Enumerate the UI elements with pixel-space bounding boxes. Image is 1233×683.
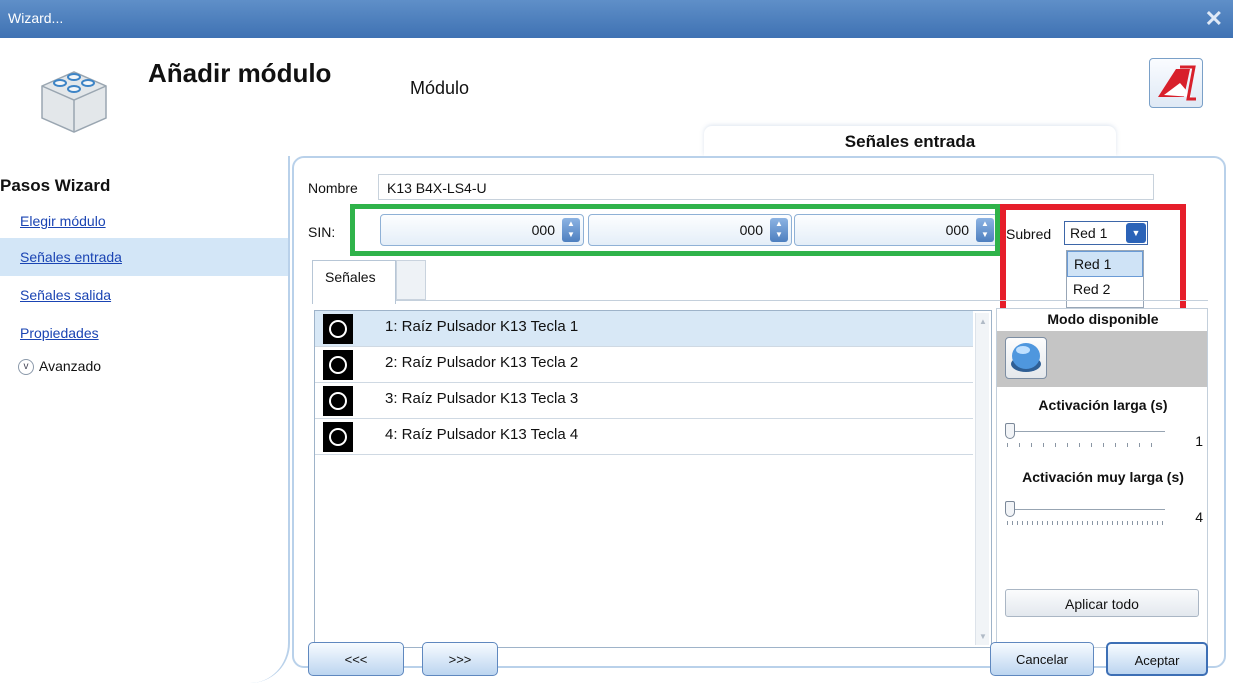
accept-button[interactable]: Aceptar <box>1106 642 1208 676</box>
pushbutton-mode-button[interactable] <box>1005 337 1047 379</box>
advanced-toggle[interactable]: v Avanzado <box>18 358 102 376</box>
step-propiedades[interactable]: Propiedades <box>0 314 288 352</box>
tab-senales-entrada[interactable]: Señales entrada <box>704 126 1116 156</box>
window-title: Wizard... <box>8 10 64 26</box>
signal-label: 2: Raíz Pulsador K13 Tecla 2 <box>385 354 579 371</box>
steps-title: Pasos Wizard <box>0 176 111 195</box>
pushbutton-icon <box>323 386 353 416</box>
previous-button[interactable]: <<< <box>308 642 404 676</box>
signal-label: 1: Raíz Pulsador K13 Tecla 1 <box>385 318 579 335</box>
brand-logo-button[interactable] <box>1149 58 1203 108</box>
list-item[interactable]: 4: Raíz Pulsador K13 Tecla 4 <box>315 419 973 455</box>
step-elegir-modulo[interactable]: Elegir módulo <box>0 202 288 240</box>
cancel-button[interactable]: Cancelar <box>990 642 1094 676</box>
very-long-activation-label: Activación muy larga (s) <box>1022 469 1184 485</box>
sin-label: SIN: <box>308 224 336 240</box>
advanced-label: Avanzado <box>39 358 102 374</box>
page-subtitle: Módulo <box>410 78 470 98</box>
mode-panel: Modo disponible Activación larga (s) 1 A… <box>996 308 1208 648</box>
step-senales-salida[interactable]: Señales salida <box>0 276 288 314</box>
scroll-down-icon[interactable]: ▼ <box>979 632 987 641</box>
expand-chevron-icon: v <box>18 359 34 376</box>
close-icon[interactable]: ✕ <box>1205 6 1223 32</box>
very-long-activation-value: 4 <box>1195 509 1203 525</box>
signal-label: 3: Raíz Pulsador K13 Tecla 3 <box>385 390 579 407</box>
long-activation-slider[interactable] <box>1005 421 1165 451</box>
wizard-frame: Añadir módulo Módulo Señales entrada Pas… <box>0 38 1233 683</box>
module-icon <box>41 71 107 133</box>
long-activation-label: Activación larga (s) <box>1038 397 1168 413</box>
list-item[interactable]: 2: Raíz Pulsador K13 Tecla 2 <box>315 347 973 383</box>
apply-all-button[interactable]: Aplicar todo <box>1005 589 1199 617</box>
subnet-highlight-box <box>1000 204 1186 314</box>
pushbutton-icon <box>323 350 353 380</box>
brand-logo-icon <box>1158 65 1196 101</box>
slider-thumb[interactable] <box>1005 423 1015 439</box>
tab-scroll-button[interactable] <box>396 260 426 300</box>
list-item[interactable]: 1: Raíz Pulsador K13 Tecla 1 <box>315 311 973 347</box>
scroll-up-icon[interactable]: ▲ <box>979 317 987 326</box>
next-button[interactable]: >>> <box>422 642 498 676</box>
step-senales-entrada[interactable]: Señales entrada <box>0 238 288 276</box>
signals-content-panel: Nombre K13 B4X-LS4-U SIN: 000 ▲ ▼ 000 ▲ ▼ … <box>292 156 1226 668</box>
sin-highlight-box <box>350 204 1000 256</box>
mode-title: Modo disponible <box>1047 311 1159 327</box>
tab-divider <box>396 300 1208 301</box>
name-label: Nombre <box>308 180 358 196</box>
wizard-steps-panel: Pasos Wizard Elegir módulo Señales entra… <box>0 156 290 683</box>
window-titlebar: Wizard... ✕ <box>0 0 1233 38</box>
page-title: Añadir módulo <box>148 58 332 88</box>
mode-strip <box>997 331 1207 387</box>
slider-thumb[interactable] <box>1005 501 1015 517</box>
pushbutton-icon <box>323 422 353 452</box>
very-long-activation-slider[interactable] <box>1005 499 1165 529</box>
name-input[interactable]: K13 B4X-LS4-U <box>378 174 1154 200</box>
blue-button-icon <box>1011 343 1041 372</box>
tab-senales[interactable]: Señales <box>312 260 396 304</box>
signal-label: 4: Raíz Pulsador K13 Tecla 4 <box>385 426 579 443</box>
list-scrollbar[interactable]: ▲ ▼ <box>975 313 989 645</box>
pushbutton-icon <box>323 314 353 344</box>
signals-list: 1: Raíz Pulsador K13 Tecla 1 2: Raíz Pul… <box>314 310 992 648</box>
long-activation-value: 1 <box>1195 433 1203 449</box>
list-item[interactable]: 3: Raíz Pulsador K13 Tecla 3 <box>315 383 973 419</box>
